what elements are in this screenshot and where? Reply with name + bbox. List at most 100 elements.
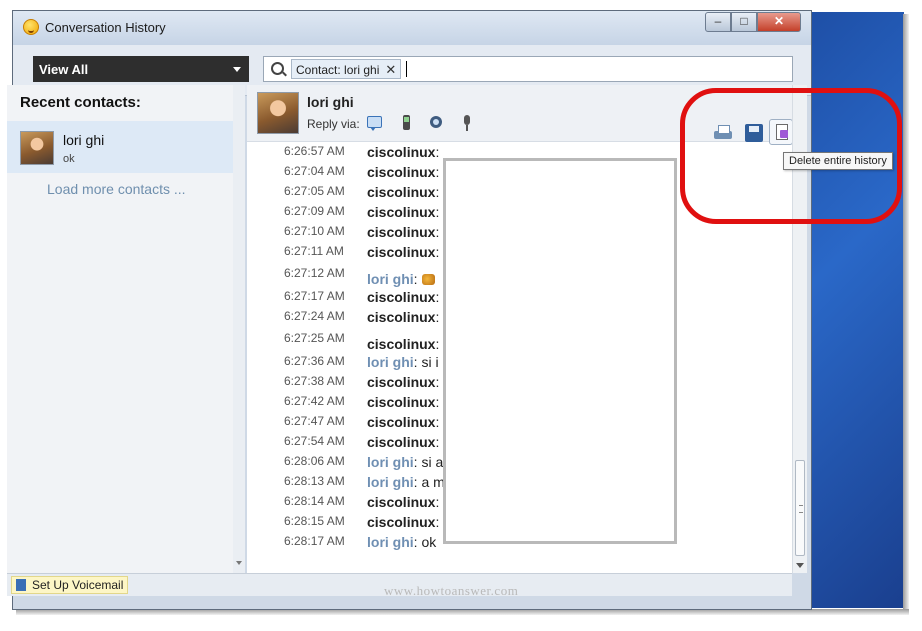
message-text: : <box>413 271 418 287</box>
message-time: 6:27:05 AM <box>284 184 345 198</box>
emoticon-icon <box>421 274 435 285</box>
recent-contacts-panel: Recent contacts: lori ghi ok Load more c… <box>7 85 234 573</box>
message-text: : <box>435 374 440 390</box>
search-icon <box>271 62 284 75</box>
message-sender: ciscolinux: <box>367 374 440 390</box>
scroll-down-icon[interactable] <box>796 563 804 568</box>
message-sender: lori ghi: ok <box>367 534 437 550</box>
message-text: : <box>435 184 440 200</box>
message-sender: lori ghi: <box>367 271 435 287</box>
message-time: 6:27:10 AM <box>284 224 345 238</box>
contact-status: ok <box>63 153 75 165</box>
message-text: : <box>435 514 440 530</box>
message-sender: ciscolinux: <box>367 224 440 240</box>
message-sender: ciscolinux: <box>367 244 440 260</box>
message-text: : ok <box>413 534 437 550</box>
message-text: : <box>435 434 440 450</box>
message-time: 6:27:17 AM <box>284 289 345 303</box>
message-text: : <box>435 414 440 430</box>
message-sender: ciscolinux: <box>367 394 440 410</box>
highlight-ring <box>680 88 902 224</box>
message-time: 6:27:42 AM <box>284 394 345 408</box>
message-text: : <box>435 204 440 220</box>
message-time: 6:27:38 AM <box>284 374 345 388</box>
voicemail-icon <box>16 579 26 591</box>
voicemail-label: Set Up Voicemail <box>32 578 124 592</box>
message-text: : <box>435 336 440 352</box>
message-sender: ciscolinux: <box>367 336 440 352</box>
message-text: : <box>435 144 440 160</box>
search-input[interactable]: Contact: lori ghi ✕ <box>263 56 793 82</box>
avatar <box>257 92 299 134</box>
message-sender: ciscolinux: <box>367 494 440 510</box>
message-sender: ciscolinux: <box>367 144 440 160</box>
reply-via-label: Reply via: <box>307 117 360 131</box>
grip-icon <box>799 505 803 513</box>
message-text: : <box>435 164 440 180</box>
watermark: www.howtoanswer.com <box>384 583 519 598</box>
message-text: : <box>435 289 440 305</box>
message-sender: lori ghi: si a <box>367 454 444 470</box>
contact-filter-chip[interactable]: Contact: lori ghi ✕ <box>291 59 402 79</box>
message-text: : <box>435 224 440 240</box>
message-time: 6:27:12 AM <box>284 266 345 280</box>
message-time: 6:27:09 AM <box>284 204 345 218</box>
remove-filter-icon[interactable]: ✕ <box>385 62 396 77</box>
contact-filter-label: Contact: lori ghi <box>296 63 380 77</box>
message-sender: ciscolinux: <box>367 164 440 180</box>
recent-contacts-heading: Recent contacts: <box>20 94 141 111</box>
redaction-box <box>443 158 677 544</box>
chat-icon[interactable] <box>366 114 382 132</box>
message-time: 6:27:24 AM <box>284 309 345 323</box>
message-sender: ciscolinux: <box>367 309 440 325</box>
message-sender: ciscolinux: <box>367 514 440 530</box>
load-more-contacts-link[interactable]: Load more contacts ... <box>47 181 186 197</box>
message-sender: ciscolinux: <box>367 414 440 430</box>
view-filter-dropdown[interactable]: View All <box>33 56 249 82</box>
message-time: 6:27:36 AM <box>284 354 345 368</box>
message-time: 6:26:57 AM <box>284 144 345 158</box>
message-time: 6:27:47 AM <box>284 414 345 428</box>
message-text: : si a <box>413 454 444 470</box>
message-sender: ciscolinux: <box>367 434 440 450</box>
message-text: : si i <box>413 354 439 370</box>
minimize-button[interactable]: – <box>705 12 731 32</box>
close-button[interactable]: ✕ <box>757 12 801 32</box>
message-time: 6:28:06 AM <box>284 454 345 468</box>
text-cursor <box>406 61 407 77</box>
message-time: 6:27:11 AM <box>284 244 344 258</box>
message-sender: ciscolinux: <box>367 204 440 220</box>
microphone-icon[interactable] <box>459 114 475 132</box>
message-time: 6:28:15 AM <box>284 514 345 528</box>
set-up-voicemail-button[interactable]: Set Up Voicemail <box>11 576 129 594</box>
scroll-down-icon[interactable] <box>236 561 242 565</box>
window-shadow <box>903 14 909 610</box>
avatar <box>20 131 54 165</box>
scroll-thumb[interactable] <box>795 460 805 556</box>
chevron-down-icon <box>233 67 241 72</box>
message-time: 6:28:14 AM <box>284 494 345 508</box>
window-title: Conversation History <box>45 20 166 35</box>
title-bar[interactable]: Conversation History – □ ✕ <box>13 11 811 45</box>
message-time: 6:28:13 AM <box>284 474 345 488</box>
conversation-contact-name: lori ghi <box>307 94 354 110</box>
message-text: : <box>435 394 440 410</box>
message-time: 6:27:54 AM <box>284 434 345 448</box>
message-text: : <box>435 309 440 325</box>
contact-name: lori ghi <box>63 132 105 148</box>
message-time: 6:27:04 AM <box>284 164 345 178</box>
message-text: : <box>435 244 440 260</box>
video-call-icon[interactable] <box>428 114 444 132</box>
contacts-scrollbar[interactable] <box>233 85 245 573</box>
contact-item[interactable]: lori ghi ok <box>7 121 233 173</box>
message-time: 6:28:17 AM <box>284 534 345 548</box>
message-time: 6:27:25 AM <box>284 331 345 345</box>
mobile-phone-icon[interactable] <box>399 114 415 132</box>
maximize-button[interactable]: □ <box>731 12 757 32</box>
message-sender: lori ghi: si i <box>367 354 439 370</box>
view-filter-label: View All <box>39 62 89 77</box>
message-sender: lori ghi: a m <box>367 474 445 490</box>
message-text: : a m <box>413 474 445 490</box>
message-text: : <box>435 494 440 510</box>
messenger-smiley-icon <box>23 19 39 35</box>
